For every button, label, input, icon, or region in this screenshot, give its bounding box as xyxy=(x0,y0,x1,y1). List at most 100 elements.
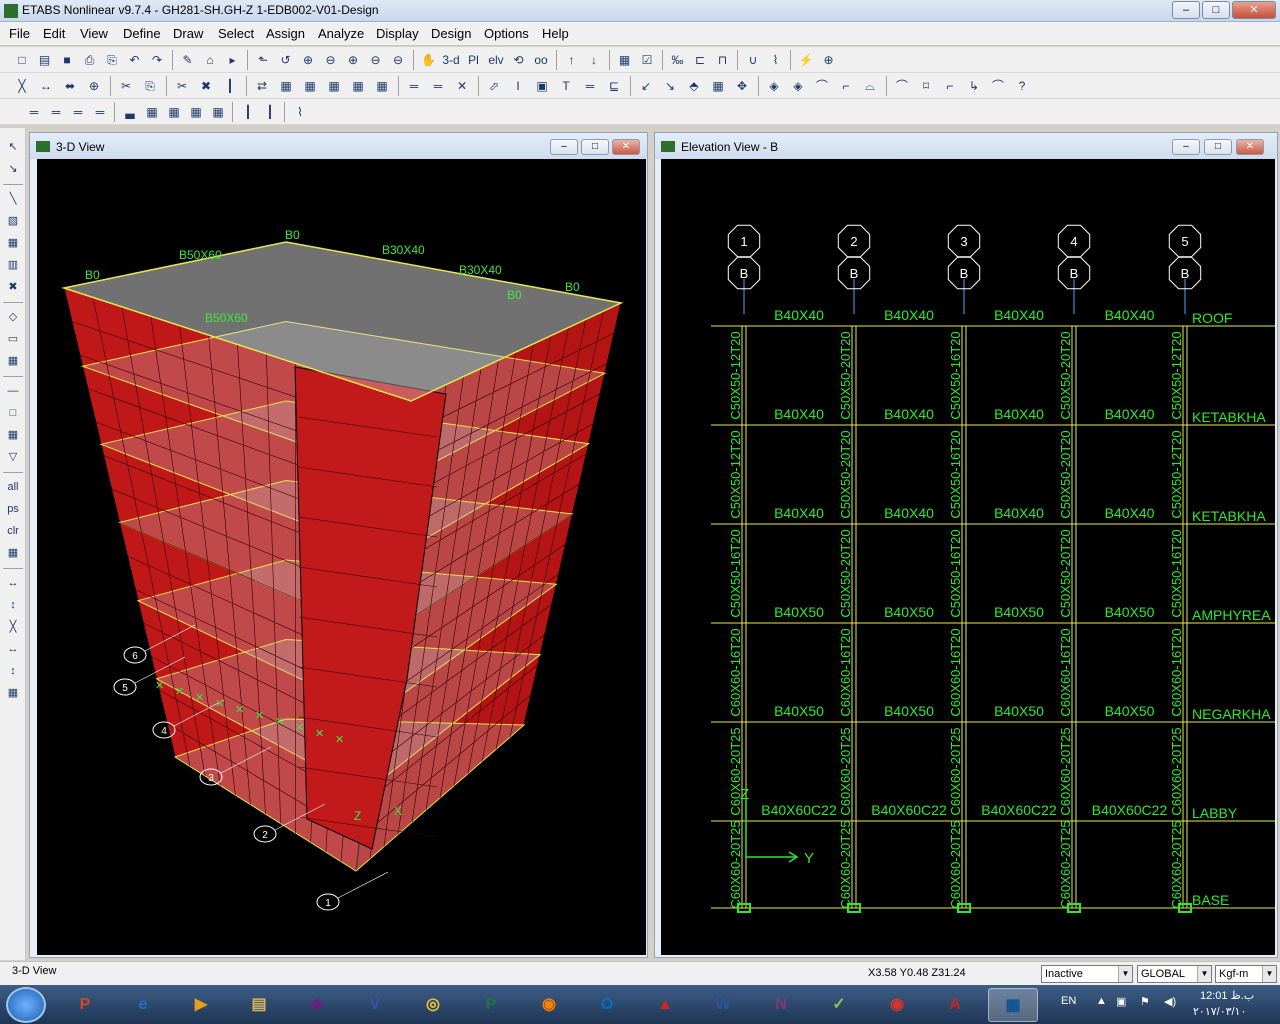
taskbar-app-icon[interactable]: ◎ xyxy=(408,988,458,1022)
view-3d-close-button[interactable]: ✕ xyxy=(612,139,640,155)
toolbar-button-icon[interactable]: Pl xyxy=(464,50,484,70)
left-toolbar-button-icon[interactable]: ▦ xyxy=(4,684,22,702)
menu-design[interactable]: Design xyxy=(431,26,471,41)
toolbar-button-icon[interactable]: ⌇ xyxy=(290,102,310,122)
elevation-drawing[interactable]: ROOF KETABKHA KETABKHA AMPHYREA NEGARKHA LABB… xyxy=(661,159,1275,955)
toolbar-button-icon[interactable]: ┃ xyxy=(260,102,280,122)
toolbar-button-icon[interactable]: ↺ xyxy=(276,50,296,70)
toolbar-button-icon[interactable]: ☑ xyxy=(637,50,657,70)
toolbar-button-icon[interactable]: ═ xyxy=(90,102,110,122)
toolbar-button-icon[interactable]: ⌒ xyxy=(892,76,912,96)
toolbar-button-icon[interactable]: ? xyxy=(1012,76,1032,96)
toolbar-button-icon[interactable]: ⎙ xyxy=(80,50,100,70)
toolbar-button-icon[interactable]: ⊕ xyxy=(819,50,839,70)
selection-mode-dropdown[interactable]: Inactive ▼ xyxy=(1041,965,1133,983)
language-indicator[interactable]: EN xyxy=(1061,995,1076,1007)
toolbar-button-icon[interactable]: ═ xyxy=(580,76,600,96)
left-toolbar-button-icon[interactable]: □ xyxy=(4,404,22,422)
toolbar-button-icon[interactable]: ▦ xyxy=(142,102,162,122)
toolbar-button-icon[interactable]: ↑ xyxy=(562,50,582,70)
flag-icon[interactable]: ⚑ xyxy=(1140,995,1150,1008)
toolbar-button-icon[interactable]: ┃ xyxy=(220,76,240,96)
close-button[interactable]: ✕ xyxy=(1232,1,1276,19)
toolbar-button-icon[interactable]: ⚡ xyxy=(796,50,816,70)
toolbar-button-icon[interactable]: ⌓ xyxy=(860,76,880,96)
left-toolbar-button-icon[interactable]: ▦ xyxy=(4,544,22,562)
toolbar-button-icon[interactable]: ⌒ xyxy=(812,76,832,96)
left-toolbar-button-icon[interactable]: ↔ xyxy=(4,640,22,658)
toolbar-button-icon[interactable]: ∪ xyxy=(743,50,763,70)
toolbar-button-icon[interactable]: ⊕ xyxy=(343,50,363,70)
minimize-button[interactable]: – xyxy=(1172,1,1200,19)
toolbar-button-icon[interactable]: I xyxy=(508,76,528,96)
toolbar-button-icon[interactable]: ✂ xyxy=(172,76,192,96)
toolbar-button-icon[interactable]: ▦ xyxy=(615,50,635,70)
left-toolbar-button-icon[interactable]: ╲ xyxy=(4,190,22,208)
toolbar-button-icon[interactable]: ↳ xyxy=(964,76,984,96)
left-toolbar-button-icon[interactable]: ▦ xyxy=(4,426,22,444)
left-toolbar-button-icon[interactable]: clr xyxy=(4,522,22,540)
menu-options[interactable]: Options xyxy=(484,26,529,41)
left-toolbar-button-icon[interactable]: ↔ xyxy=(4,574,22,592)
elevation-restore-button[interactable]: □ xyxy=(1204,139,1232,155)
toolbar-button-icon[interactable]: ⎘ xyxy=(140,76,160,96)
toolbar-button-icon[interactable]: ▣ xyxy=(532,76,552,96)
toolbar-button-icon[interactable]: ⊏ xyxy=(690,50,710,70)
toolbar-button-icon[interactable]: ▦ xyxy=(186,102,206,122)
left-toolbar-button-icon[interactable]: ps xyxy=(4,500,22,518)
view-3d-restore-button[interactable]: □ xyxy=(581,139,609,155)
left-toolbar-button-icon[interactable]: ✖ xyxy=(4,278,22,296)
toolbar-button-icon[interactable]: ⬘ xyxy=(684,76,704,96)
left-toolbar-button-icon[interactable]: ▧ xyxy=(4,212,22,230)
toolbar-button-icon[interactable]: ⊑ xyxy=(604,76,624,96)
taskbar-app-icon[interactable]: e xyxy=(118,988,168,1022)
taskbar-app-icon[interactable]: ✓ xyxy=(814,988,864,1022)
toolbar-button-icon[interactable]: ✎ xyxy=(178,50,198,70)
taskbar-app-icon[interactable]: ▦ xyxy=(988,988,1038,1022)
toolbar-button-icon[interactable]: 3-d xyxy=(441,50,461,70)
left-toolbar-button-icon[interactable]: ↕ xyxy=(4,662,22,680)
toolbar-button-icon[interactable]: ⊕ xyxy=(84,76,104,96)
toolbar-button-icon[interactable]: ⌑ xyxy=(916,76,936,96)
left-toolbar-button-icon[interactable]: ╳ xyxy=(4,618,22,636)
menu-view[interactable]: View xyxy=(80,26,108,41)
coordinate-system-dropdown[interactable]: GLOBAL ▼ xyxy=(1137,965,1212,983)
taskbar-app-icon[interactable]: V xyxy=(350,988,400,1022)
menu-file[interactable]: File xyxy=(9,26,30,41)
left-toolbar-button-icon[interactable]: ▦ xyxy=(4,352,22,370)
toolbar-button-icon[interactable]: ⌒ xyxy=(988,76,1008,96)
toolbar-button-icon[interactable]: ═ xyxy=(46,102,66,122)
taskbar-app-icon[interactable]: ◉ xyxy=(524,988,574,1022)
toolbar-button-icon[interactable]: ✕ xyxy=(452,76,472,96)
left-toolbar-button-icon[interactable]: ▥ xyxy=(4,256,22,274)
taskbar-app-icon[interactable]: ◉ xyxy=(872,988,922,1022)
toolbar-button-icon[interactable]: ▸ xyxy=(223,50,243,70)
toolbar-button-icon[interactable]: ═ xyxy=(428,76,448,96)
toolbar-button-icon[interactable]: ⊖ xyxy=(388,50,408,70)
menu-draw[interactable]: Draw xyxy=(173,26,203,41)
toolbar-button-icon[interactable]: ■ xyxy=(57,50,77,70)
left-toolbar-button-icon[interactable]: ↘ xyxy=(4,160,22,178)
menu-analyze[interactable]: Analyze xyxy=(318,26,364,41)
toolbar-button-icon[interactable]: ▦ xyxy=(348,76,368,96)
toolbar-button-icon[interactable]: ▤ xyxy=(35,50,55,70)
toolbar-button-icon[interactable]: T xyxy=(556,76,576,96)
left-toolbar-button-icon[interactable]: — xyxy=(4,382,22,400)
clock-date[interactable]: ٢٠١٧/٠٣/١٠ xyxy=(1193,1005,1246,1018)
toolbar-button-icon[interactable]: ═ xyxy=(404,76,424,96)
toolbar-button-icon[interactable]: ┃ xyxy=(238,102,258,122)
toolbar-button-icon[interactable]: ↓ xyxy=(584,50,604,70)
toolbar-button-icon[interactable]: ✂ xyxy=(116,76,136,96)
taskbar-app-icon[interactable]: O xyxy=(582,988,632,1022)
network-icon[interactable]: ▣ xyxy=(1116,995,1126,1008)
toolbar-button-icon[interactable]: ✖ xyxy=(196,76,216,96)
toolbar-button-icon[interactable]: ═ xyxy=(68,102,88,122)
view-3d-canvas[interactable]: B0 B50X60 B30X40 B0 B30X40 B0 B50X60 B0 X Z 6 5 4 3 2 1… xyxy=(37,159,646,955)
maximize-button[interactable]: □ xyxy=(1202,1,1230,19)
toolbar-button-icon[interactable]: ↶ xyxy=(125,50,145,70)
view-3d-window[interactable]: 3-D View – □ ✕ B0 B50X60 B30X40 B0 B30X40 B0 B… xyxy=(29,132,648,958)
toolbar-button-icon[interactable]: ▦ xyxy=(276,76,296,96)
toolbar-button-icon[interactable]: ⌐ xyxy=(836,76,856,96)
toolbar-button-icon[interactable]: ◈ xyxy=(788,76,808,96)
toolbar-button-icon[interactable]: ◈ xyxy=(764,76,784,96)
